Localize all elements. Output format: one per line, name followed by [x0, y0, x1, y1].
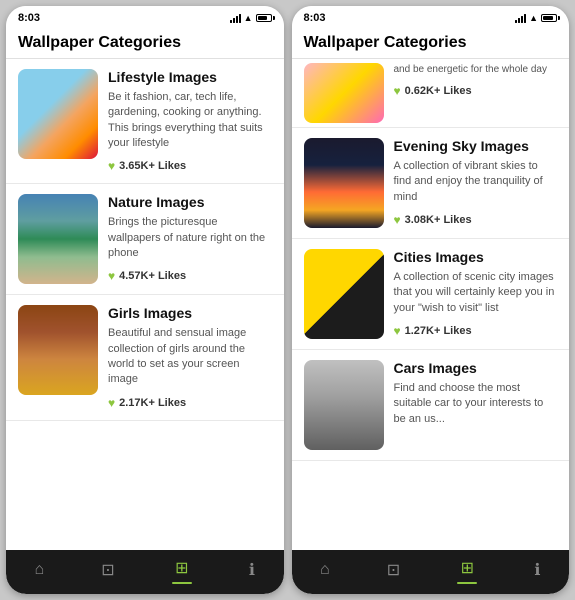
heart-icon: ♥ — [394, 324, 401, 338]
nav-item-info[interactable]: ℹ — [249, 560, 255, 582]
category-likes: ♥ 1.27K+ Likes — [394, 324, 558, 338]
thumbnail-image — [304, 360, 384, 450]
category-thumb-cities — [304, 249, 384, 339]
signal-icon-2 — [515, 14, 526, 23]
category-desc-partial: and be energetic for the whole day — [394, 63, 558, 76]
login-icon: ⊡ — [101, 560, 114, 580]
likes-count: 2.17K+ Likes — [119, 397, 186, 409]
category-likes: ♥ 2.17K+ Likes — [108, 396, 272, 410]
likes-count: 4.57K+ Likes — [119, 270, 186, 282]
category-likes: ♥ 4.57K+ Likes — [108, 269, 272, 283]
likes-count: 3.08K+ Likes — [405, 214, 472, 226]
list-item[interactable]: Evening Sky Images A collection of vibra… — [292, 128, 570, 239]
status-bar-2: 8:03 ▲ — [292, 6, 570, 26]
thumbnail-image — [304, 63, 384, 123]
home-icon: ⌂ — [320, 561, 330, 579]
login-icon: ⊡ — [387, 560, 400, 580]
page-title-1: Wallpaper Categories — [6, 26, 284, 59]
nav-item-home[interactable]: ⌂ — [320, 561, 330, 581]
category-info-nature: Nature Images Brings the picturesque wal… — [108, 194, 272, 283]
thumbnail-image — [304, 249, 384, 339]
list-item[interactable]: Cars Images Find and choose the most sui… — [292, 350, 570, 461]
category-name: Evening Sky Images — [394, 138, 558, 155]
list-item-partial[interactable]: and be energetic for the whole day ♥ 0.6… — [292, 59, 570, 128]
list-item[interactable]: Nature Images Brings the picturesque wal… — [6, 184, 284, 295]
category-info-partial: and be energetic for the whole day ♥ 0.6… — [394, 63, 558, 98]
category-likes: ♥ 3.65K+ Likes — [108, 159, 272, 173]
category-info-girls: Girls Images Beautiful and sensual image… — [108, 305, 272, 409]
status-time-2: 8:03 — [304, 12, 326, 24]
nav-item-home[interactable]: ⌂ — [35, 561, 45, 581]
list-item[interactable]: Lifestyle Images Be it fashion, car, tec… — [6, 59, 284, 184]
category-name: Cities Images — [394, 249, 558, 266]
info-icon: ℹ — [534, 560, 540, 580]
heart-icon: ♥ — [108, 396, 115, 410]
nav-item-login[interactable]: ⊡ — [387, 560, 400, 582]
list-item[interactable]: Girls Images Beautiful and sensual image… — [6, 295, 284, 420]
category-desc: Be it fashion, car, tech life, gardening… — [108, 90, 272, 152]
category-info-cities: Cities Images A collection of scenic cit… — [394, 249, 558, 338]
category-thumb-evening — [304, 138, 384, 228]
category-info-cars: Cars Images Find and choose the most sui… — [394, 360, 558, 427]
category-desc: Find and choose the most suitable car to… — [394, 381, 558, 427]
status-icons-2: ▲ — [515, 13, 557, 23]
thumbnail-image — [18, 305, 98, 395]
heart-icon: ♥ — [394, 84, 401, 98]
thumbnail-image — [18, 194, 98, 284]
category-thumb-nature — [18, 194, 98, 284]
nav-item-gallery[interactable]: ⊞ — [457, 558, 477, 584]
phones-container: 8:03 ▲ Wallpaper Categories — [0, 0, 575, 600]
category-name: Nature Images — [108, 194, 272, 211]
home-icon: ⌂ — [35, 561, 45, 579]
category-thumb-girls — [18, 305, 98, 395]
page-title-2: Wallpaper Categories — [292, 26, 570, 59]
status-bar-1: 8:03 ▲ — [6, 6, 284, 26]
likes-count: 0.62K+ Likes — [405, 85, 472, 97]
info-icon: ℹ — [249, 560, 255, 580]
nav-item-info[interactable]: ℹ — [534, 560, 540, 582]
bottom-nav-2: ⌂ ⊡ ⊞ ℹ — [292, 550, 570, 594]
likes-count: 3.65K+ Likes — [119, 160, 186, 172]
scroll-content-1: Lifestyle Images Be it fashion, car, tec… — [6, 59, 284, 550]
battery-icon-2 — [541, 14, 557, 22]
nav-item-gallery[interactable]: ⊞ — [172, 558, 192, 584]
bottom-nav-1: ⌂ ⊡ ⊞ ℹ — [6, 550, 284, 594]
category-name: Cars Images — [394, 360, 558, 377]
category-info-evening: Evening Sky Images A collection of vibra… — [394, 138, 558, 227]
phone-2: 8:03 ▲ Wallpaper Categories — [292, 6, 570, 594]
battery-icon-1 — [256, 14, 272, 22]
active-indicator — [457, 582, 477, 584]
category-thumb-lifestyle — [18, 69, 98, 159]
category-desc: A collection of vibrant skies to find an… — [394, 159, 558, 205]
category-name: Girls Images — [108, 305, 272, 322]
category-name: Lifestyle Images — [108, 69, 272, 86]
signal-icon-1 — [230, 14, 241, 23]
category-desc: Beautiful and sensual image collection o… — [108, 326, 272, 388]
nav-item-login[interactable]: ⊡ — [101, 560, 114, 582]
list-item[interactable]: Cities Images A collection of scenic cit… — [292, 239, 570, 350]
thumbnail-image — [18, 69, 98, 159]
scroll-content-2: and be energetic for the whole day ♥ 0.6… — [292, 59, 570, 550]
category-thumb-cars — [304, 360, 384, 450]
category-thumb-partial — [304, 63, 384, 123]
wifi-icon-2: ▲ — [529, 13, 538, 23]
active-indicator — [172, 582, 192, 584]
status-time-1: 8:03 — [18, 12, 40, 24]
category-desc: A collection of scenic city images that … — [394, 270, 558, 316]
category-desc: Brings the picturesque wallpapers of nat… — [108, 215, 272, 261]
category-likes-partial: ♥ 0.62K+ Likes — [394, 84, 558, 98]
likes-count: 1.27K+ Likes — [405, 325, 472, 337]
status-icons-1: ▲ — [230, 13, 272, 23]
gallery-icon: ⊞ — [175, 558, 188, 578]
gallery-icon: ⊞ — [461, 558, 474, 578]
heart-icon: ♥ — [394, 213, 401, 227]
thumbnail-image — [304, 138, 384, 228]
phone-1: 8:03 ▲ Wallpaper Categories — [6, 6, 284, 594]
heart-icon: ♥ — [108, 159, 115, 173]
category-likes: ♥ 3.08K+ Likes — [394, 213, 558, 227]
category-info-lifestyle: Lifestyle Images Be it fashion, car, tec… — [108, 69, 272, 173]
wifi-icon-1: ▲ — [244, 13, 253, 23]
heart-icon: ♥ — [108, 269, 115, 283]
